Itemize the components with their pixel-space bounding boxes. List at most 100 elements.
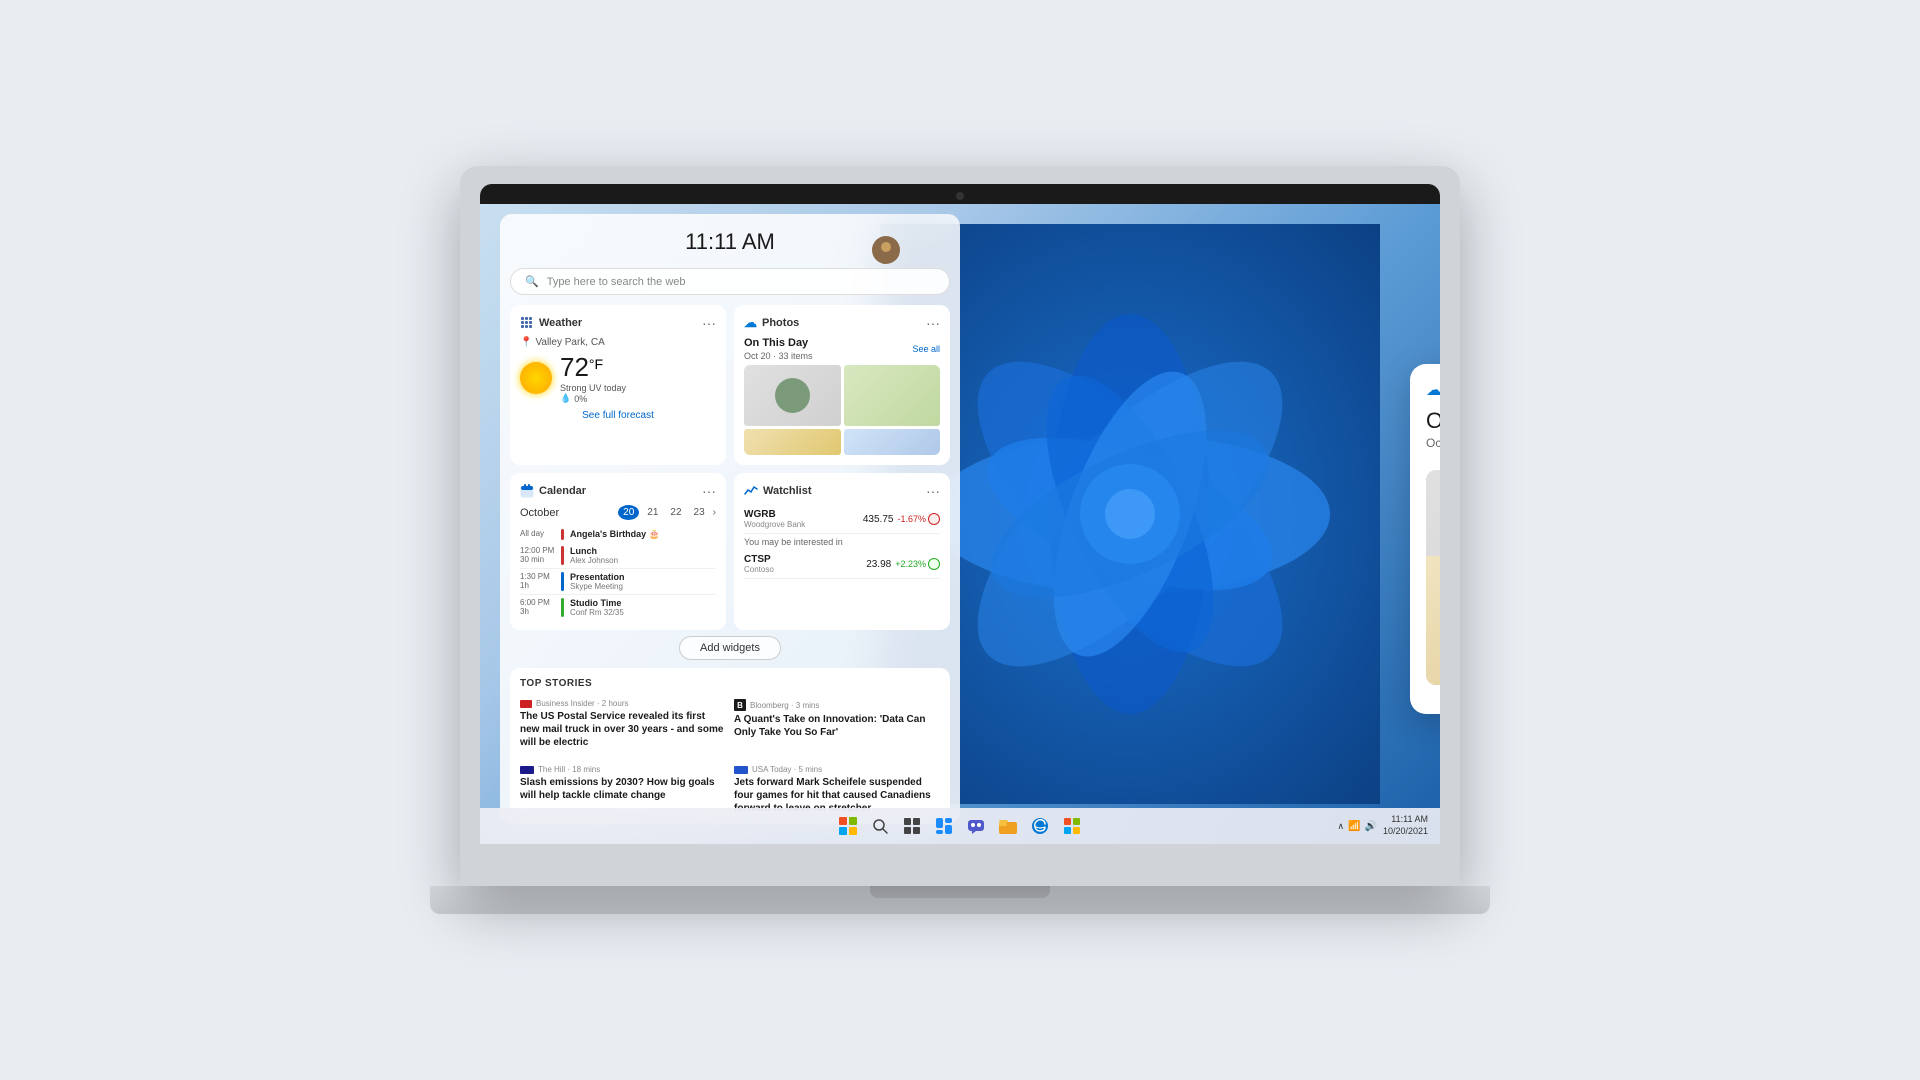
event-pres-duration: 1h (520, 581, 555, 590)
taskbar-edge[interactable] (1027, 813, 1053, 839)
calendar-event-allday: All day Angela's Birthday 🎂 (520, 526, 716, 543)
taskbar-datetime[interactable]: 11:11 AM 10/20/2021 (1383, 814, 1428, 837)
news-item-2[interactable]: B Bloomberg · 3 mins A Quant's Take on I… (734, 695, 940, 753)
news-section-title: TOP STORIES (520, 678, 940, 689)
news-source-name-2: Bloomberg · 3 mins (750, 701, 819, 710)
taskbar-date-text: 10/20/2021 (1383, 826, 1428, 838)
weather-temp: 72 (560, 352, 589, 383)
photos-menu[interactable]: ··· (926, 315, 940, 331)
weather-main: 72 °F Strong UV today 💧 0% (520, 352, 716, 404)
watchlist-icon (744, 484, 758, 498)
widget-row-1: Weather ··· 📍 Valley Park, CA (510, 305, 950, 465)
photos-widget-title: Photos (762, 317, 799, 329)
news-source-4: USA Today · 5 mins (734, 765, 940, 774)
photo-thumb-4[interactable] (844, 429, 941, 455)
stock-wgrb-company: Woodgrove Bank (744, 520, 805, 529)
taskbar-widgets[interactable] (931, 813, 957, 839)
photo-thumb-1[interactable] (744, 365, 841, 426)
calendar-menu[interactable]: ··· (702, 483, 716, 499)
photos-widget[interactable]: ☁ Photos ··· On This Day Oct 20 · 33 ite… (734, 305, 950, 465)
photos-expanded-card: ☁ Photos ··· On This Day Oct 20 · 33 ite… (1410, 364, 1440, 714)
stock-wgrb-price: 435.75 (863, 514, 894, 525)
taskbar-chat[interactable] (963, 813, 989, 839)
event-studio-indicator (561, 598, 564, 617)
widgets-panel: 11:11 AM 🔍 Typ (500, 214, 960, 824)
taskbar-up-arrow[interactable]: ∧ (1337, 821, 1344, 832)
win11-pane-green (849, 817, 857, 825)
photos-expanded-cloud-icon: ☁ (1426, 380, 1440, 400)
taskbar-taskview[interactable] (899, 813, 925, 839)
taskbar-search[interactable] (867, 813, 893, 839)
weather-widget[interactable]: Weather ··· 📍 Valley Park, CA (510, 305, 726, 465)
event-pres-time: 1:30 PM (520, 572, 555, 581)
calendar-title: Calendar (539, 485, 586, 497)
stock-wgrb-ticker: WGRB (744, 509, 805, 520)
profile-icon[interactable] (872, 236, 900, 264)
event-studio-time: 6:00 PM (520, 598, 555, 607)
taskbar-tray: ∧ 📶 🔊 11:11 AM 10/20/2021 (1337, 814, 1428, 837)
event-lunch-time: 12:00 PM (520, 546, 555, 555)
stock-row-wgrb[interactable]: WGRB Woodgrove Bank 435.75 -1.67% (744, 505, 940, 534)
taskbar: ∧ 📶 🔊 11:11 AM 10/20/2021 (480, 808, 1440, 844)
photo-thumb-3[interactable] (744, 429, 841, 455)
photos-expanded-section: On This Day (1426, 408, 1440, 434)
event-lunch-loc: Alex Johnson (570, 556, 618, 565)
weather-menu[interactable]: ··· (702, 315, 716, 331)
weather-forecast-link[interactable]: See full forecast (520, 410, 716, 421)
photos-expanded-grid (1426, 470, 1440, 685)
win11-pane-red (839, 817, 847, 825)
watchlist-widget[interactable]: Watchlist ··· WGRB Woodgrove Bank (734, 473, 950, 630)
news-source-1: Business Insider · 2 hours (520, 699, 726, 708)
event-lunch-duration: 30 min (520, 555, 555, 564)
photos-see-all[interactable]: See all (912, 344, 940, 354)
news-title-1: The US Postal Service revealed its first… (520, 710, 726, 749)
win11-pane-yellow (849, 827, 857, 835)
taskbar-store[interactable] (1059, 813, 1085, 839)
news-source-name-3: The Hill · 18 mins (538, 765, 600, 774)
search-bar[interactable]: 🔍 Type here to search the web (510, 268, 950, 295)
calendar-widget[interactable]: Calendar ··· October 20 21 22 (510, 473, 726, 630)
search-icon: 🔍 (525, 275, 539, 288)
event-allday-time: All day (520, 529, 555, 540)
news-source-name-1: Business Insider · 2 hours (536, 699, 629, 708)
stock-wgrb-indicator (928, 513, 940, 525)
calendar-event-studio: 6:00 PM 3h Studio Time Conf Rm 32/35 (520, 595, 716, 620)
webcam (956, 192, 964, 200)
calendar-event-presentation: 1:30 PM 1h Presentation Skype Meeting (520, 569, 716, 595)
watchlist-title: Watchlist (763, 485, 812, 497)
expanded-photo-1[interactable] (1426, 470, 1440, 685)
news-section: TOP STORIES Business Insider · 2 hours T… (510, 668, 950, 824)
calendar-date-21: 21 (643, 505, 662, 520)
win11-pane-blue (839, 827, 847, 835)
photos-expanded-date: Oct 20 · 33 items (1426, 436, 1440, 450)
screen-bezel: 11:11 AM 🔍 Typ (480, 184, 1440, 844)
event-allday-indicator (561, 529, 564, 540)
stock-ctsp-indicator (928, 558, 940, 570)
weather-sun-icon (520, 362, 552, 394)
stock-row-ctsp[interactable]: CTSP Contoso 23.98 +2.23% (744, 550, 940, 579)
calendar-today: 20 (618, 505, 639, 520)
start-button[interactable] (835, 813, 861, 839)
event-lunch-indicator (561, 546, 564, 565)
calendar-month: October (520, 507, 559, 519)
event-pres-loc: Skype Meeting (570, 582, 625, 591)
calendar-dates: 20 21 22 23 › (618, 505, 716, 520)
news-source-name-4: USA Today · 5 mins (752, 765, 822, 774)
calendar-next[interactable]: › (713, 507, 716, 518)
weather-humidity: 💧 0% (560, 393, 626, 404)
weather-unit: °F (589, 356, 603, 372)
watchlist-menu[interactable]: ··· (926, 483, 940, 499)
taskbar-wifi[interactable]: 📶 (1348, 821, 1360, 832)
taskbar-explorer[interactable] (995, 813, 1021, 839)
add-widgets-container: Add widgets (510, 636, 950, 660)
add-widgets-button[interactable]: Add widgets (679, 636, 781, 660)
taskbar-volume[interactable]: 🔊 (1365, 821, 1377, 832)
stock-ctsp-change: +2.23% (895, 558, 940, 570)
weather-description: Strong UV today (560, 383, 626, 393)
desktop: 11:11 AM 🔍 Typ (480, 204, 1440, 844)
bloomberg-icon: B (734, 699, 746, 711)
photo-thumb-2[interactable] (844, 365, 941, 426)
watchlist-suggestion-label: You may be interested in (744, 534, 940, 550)
news-item-1[interactable]: Business Insider · 2 hours The US Postal… (520, 695, 726, 753)
laptop-notch (870, 886, 1050, 898)
